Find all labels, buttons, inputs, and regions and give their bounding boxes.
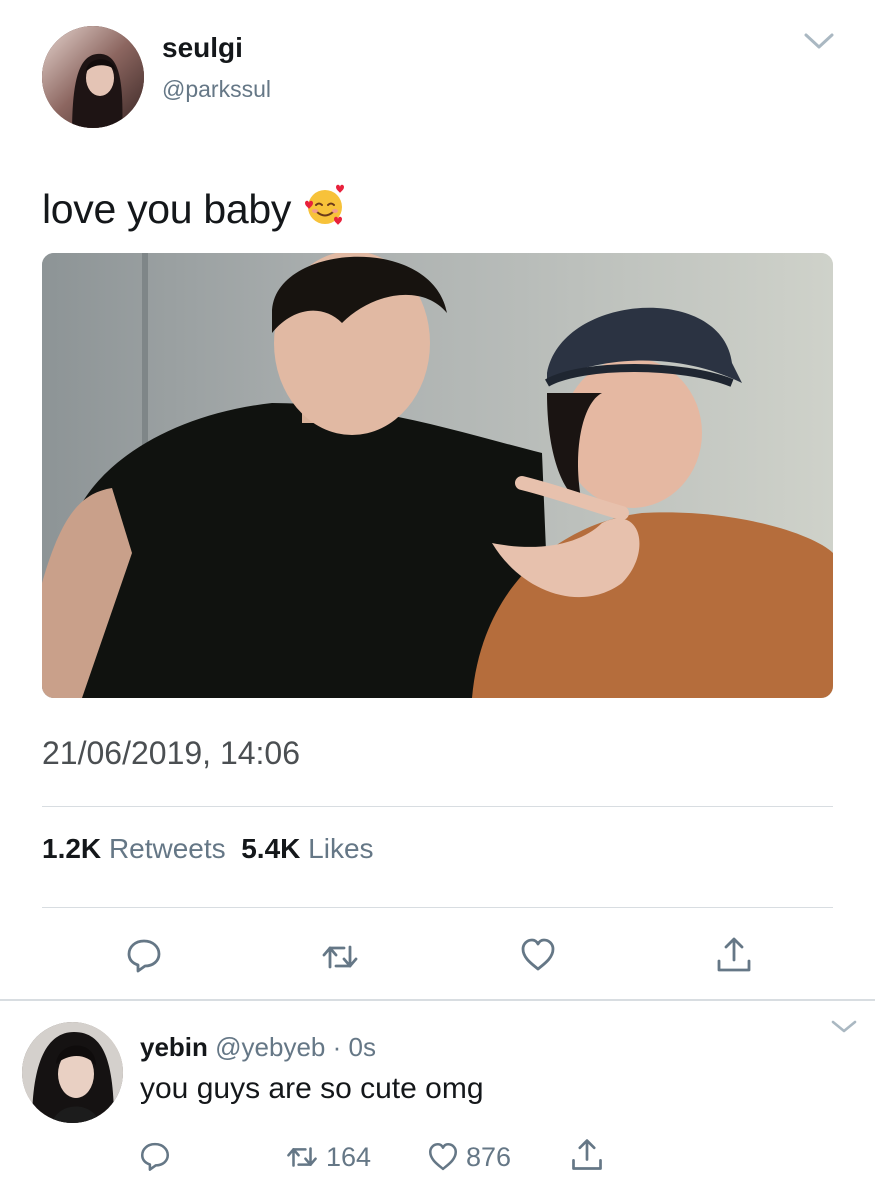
likes-count: 5.4K (241, 833, 301, 864)
retweet-icon[interactable] (320, 937, 360, 977)
retweets-count: 1.2K (42, 833, 102, 864)
tweet-timestamp[interactable]: 21/06/2019, 14:06 (42, 735, 300, 772)
like-icon[interactable] (518, 935, 558, 975)
reply-icon[interactable] (138, 1139, 172, 1173)
tweet-photo[interactable] (42, 253, 833, 698)
reply-separator: · (332, 1032, 342, 1062)
tweet-text-row: love you baby (42, 183, 347, 233)
section-divider (0, 999, 875, 1001)
reply-text: you guys are so cute omg (140, 1072, 484, 1105)
reply-avatar[interactable] (22, 1022, 123, 1123)
reply-like-action[interactable]: 876 (426, 1140, 511, 1174)
divider (42, 806, 833, 807)
reply-header: yebin @yebyeb · 0s (140, 1032, 376, 1063)
tweet-text: love you baby (42, 186, 292, 232)
retweet-icon (287, 1147, 317, 1167)
reply-time[interactable]: 0s (349, 1032, 376, 1062)
reply-like-count: 876 (466, 1141, 512, 1172)
share-icon[interactable] (714, 935, 754, 975)
share-icon[interactable] (569, 1137, 605, 1173)
author-avatar[interactable] (42, 26, 144, 128)
author-name[interactable]: seulgi (162, 32, 243, 64)
reply-retweet-count: 164 (326, 1141, 372, 1172)
chevron-down-icon[interactable] (830, 1018, 858, 1036)
reply-icon[interactable] (124, 935, 164, 975)
like-icon (428, 1142, 458, 1171)
reply-author-name[interactable]: yebin (140, 1032, 208, 1062)
reply-retweet-action[interactable]: 164 (284, 1140, 371, 1174)
retweets-label: Retweets (108, 833, 226, 864)
retweets-stat[interactable]: 1.2K Retweets (42, 833, 226, 864)
likes-label: Likes (308, 833, 374, 864)
divider (42, 907, 833, 908)
author-handle[interactable]: @parkssul (162, 76, 271, 103)
tweet-stats: 1.2K Retweets 5.4K Likes (42, 833, 374, 865)
reply-author-handle[interactable]: @yebyeb (215, 1032, 325, 1062)
smiling-face-with-hearts-icon (305, 184, 345, 225)
likes-stat[interactable]: 5.4K Likes (241, 833, 373, 864)
chevron-down-icon[interactable] (803, 30, 835, 52)
